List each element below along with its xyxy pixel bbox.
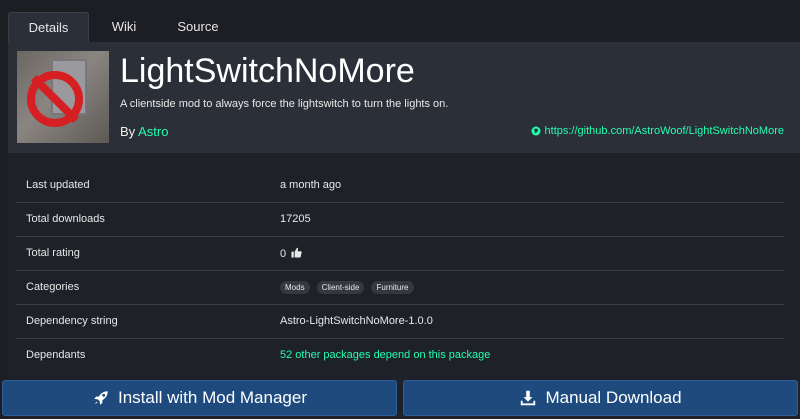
package-info-table: Last updated a month ago Total downloads…	[16, 168, 784, 372]
tab-source[interactable]: Source	[159, 12, 237, 42]
by-label: By	[120, 124, 136, 139]
install-label: Install with Mod Manager	[118, 388, 307, 407]
category-tag-mods[interactable]: Mods	[280, 280, 310, 294]
dependants-label: Dependants	[16, 337, 270, 372]
dependants-cell: 52 other packages depend on this package	[270, 337, 784, 372]
dependency-string-value: Astro-LightSwitchNoMore-1.0.0	[270, 303, 784, 338]
dependants-link[interactable]: 52 other packages depend on this package	[280, 349, 490, 361]
globe-icon	[531, 126, 541, 136]
categories-label: Categories	[16, 269, 270, 304]
last-updated-label: Last updated	[26, 178, 90, 191]
total-rating-label: Total rating	[16, 235, 270, 270]
total-downloads-label: Total downloads	[16, 201, 270, 236]
thumbs-up-icon[interactable]	[291, 247, 302, 258]
total-rating-value: 0	[280, 247, 287, 260]
website-link[interactable]: https://github.com/AstroWoof/LightSwitch…	[531, 125, 784, 137]
total-downloads-value: 17205	[270, 201, 784, 236]
table-row: Last updated a month ago	[16, 168, 784, 202]
package-author-line: By Astro	[120, 124, 168, 139]
tab-details[interactable]: Details	[8, 12, 89, 42]
download-label: Manual Download	[545, 388, 682, 407]
category-tag-client-side[interactable]: Client-side	[316, 280, 365, 294]
table-row: Categories Mods Client-side Furniture	[16, 269, 784, 304]
website-url: https://github.com/AstroWoof/LightSwitch…	[544, 125, 784, 137]
package-description: A clientside mod to always force the lig…	[120, 98, 449, 110]
category-tag-furniture[interactable]: Furniture	[371, 280, 414, 294]
dependency-string-label: Dependency string	[16, 303, 270, 338]
table-row: Total rating 0	[16, 235, 784, 270]
categories-value: Mods Client-side Furniture	[270, 269, 784, 304]
tab-wiki[interactable]: Wiki	[89, 12, 159, 42]
install-with-mod-manager-button[interactable]: Install with Mod Manager	[2, 380, 397, 416]
manual-download-button[interactable]: Manual Download	[403, 380, 798, 416]
download-icon	[521, 390, 536, 406]
table-row: Dependants 52 other packages depend on t…	[16, 337, 784, 372]
last-updated-value: a month ago	[280, 178, 342, 191]
total-rating-cell: 0	[270, 235, 784, 270]
tab-bar: Details Wiki Source	[0, 0, 800, 42]
author-link[interactable]: Astro	[138, 124, 168, 139]
package-title: LightSwitchNoMore	[120, 52, 415, 90]
table-row: Dependency string Astro-LightSwitchNoMor…	[16, 303, 784, 338]
table-row: Total downloads 17205	[16, 201, 784, 236]
rocket-icon	[94, 391, 108, 405]
package-thumbnail	[17, 51, 109, 143]
